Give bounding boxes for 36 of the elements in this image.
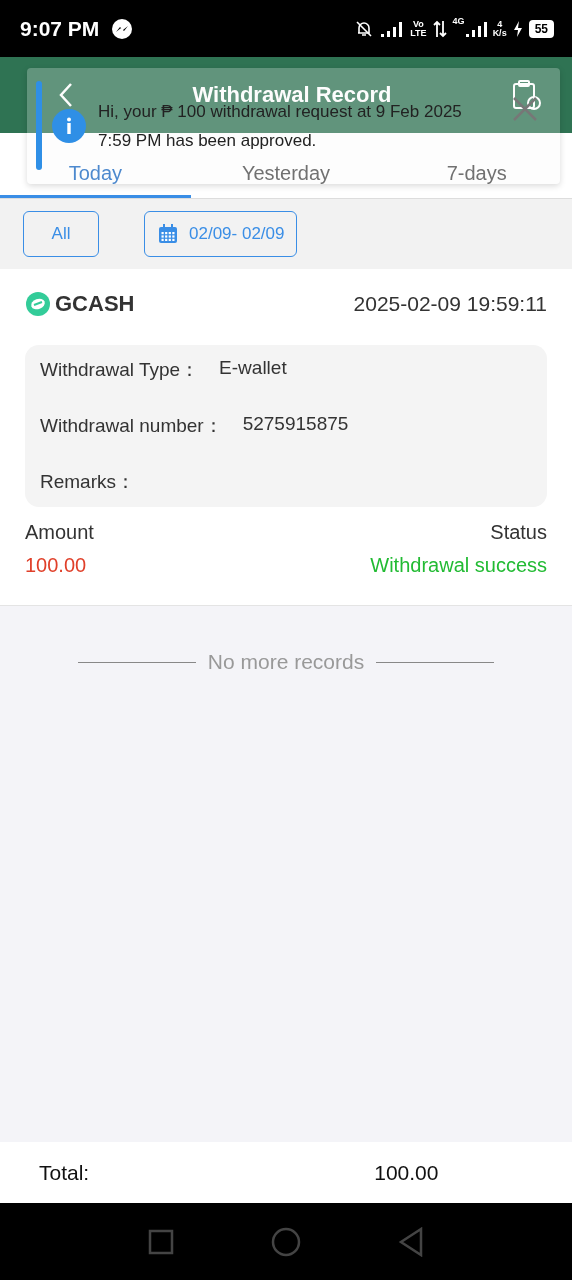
volte-indicator: Vo LTE: [410, 19, 427, 38]
detail-label: Withdrawal Type：: [40, 358, 200, 382]
back-icon[interactable]: [58, 82, 74, 108]
tab[interactable]: 7-days: [381, 160, 572, 198]
detail-label: Withdrawal number：: [40, 414, 223, 438]
clock: 9:07 PM: [20, 16, 100, 41]
battery-indicator: 55: [528, 19, 554, 38]
home-icon[interactable]: [271, 1226, 301, 1257]
network-indicator: 4G: [452, 16, 465, 26]
wallet-logo-icon: [25, 291, 51, 317]
detail-value: 5275915875: [242, 413, 349, 436]
amount-value: 100.00: [25, 554, 88, 577]
recents-icon[interactable]: [148, 1228, 175, 1255]
clipboard-icon[interactable]: [510, 79, 542, 111]
record-datetime: 2025-02-09 19:59:11: [353, 292, 547, 316]
total-value: 100.00: [374, 1160, 439, 1185]
date-range-button[interactable]: 02/09- 02/09: [144, 211, 298, 257]
back-icon[interactable]: [397, 1226, 424, 1257]
amount-label: Amount: [25, 521, 94, 544]
detail-label: Remarks：: [40, 470, 135, 494]
total-label: Total:: [39, 1160, 90, 1185]
all-filter-button[interactable]: All: [23, 211, 99, 257]
detail-value: E-wallet: [219, 357, 287, 380]
status-value: Withdrawal success: [370, 554, 547, 577]
signal-icon: [380, 20, 405, 37]
tab[interactable]: Yesterday: [190, 160, 382, 198]
notification-message: Hi, your ₱ 100 withdrawal request at 9 Feb 2025 7:59 PM has been approved.: [98, 102, 463, 152]
speed-indicator: 4 K/s: [492, 19, 507, 38]
status-label: Status: [490, 521, 547, 544]
data-arrows-icon: [432, 19, 447, 38]
payment-method: GCASH: [55, 291, 135, 317]
calendar-icon: [157, 223, 179, 245]
signal-icon: [464, 20, 487, 37]
close-icon[interactable]: [512, 96, 538, 122]
end-of-list-note: No more records: [207, 650, 365, 674]
charging-icon: [512, 20, 523, 37]
